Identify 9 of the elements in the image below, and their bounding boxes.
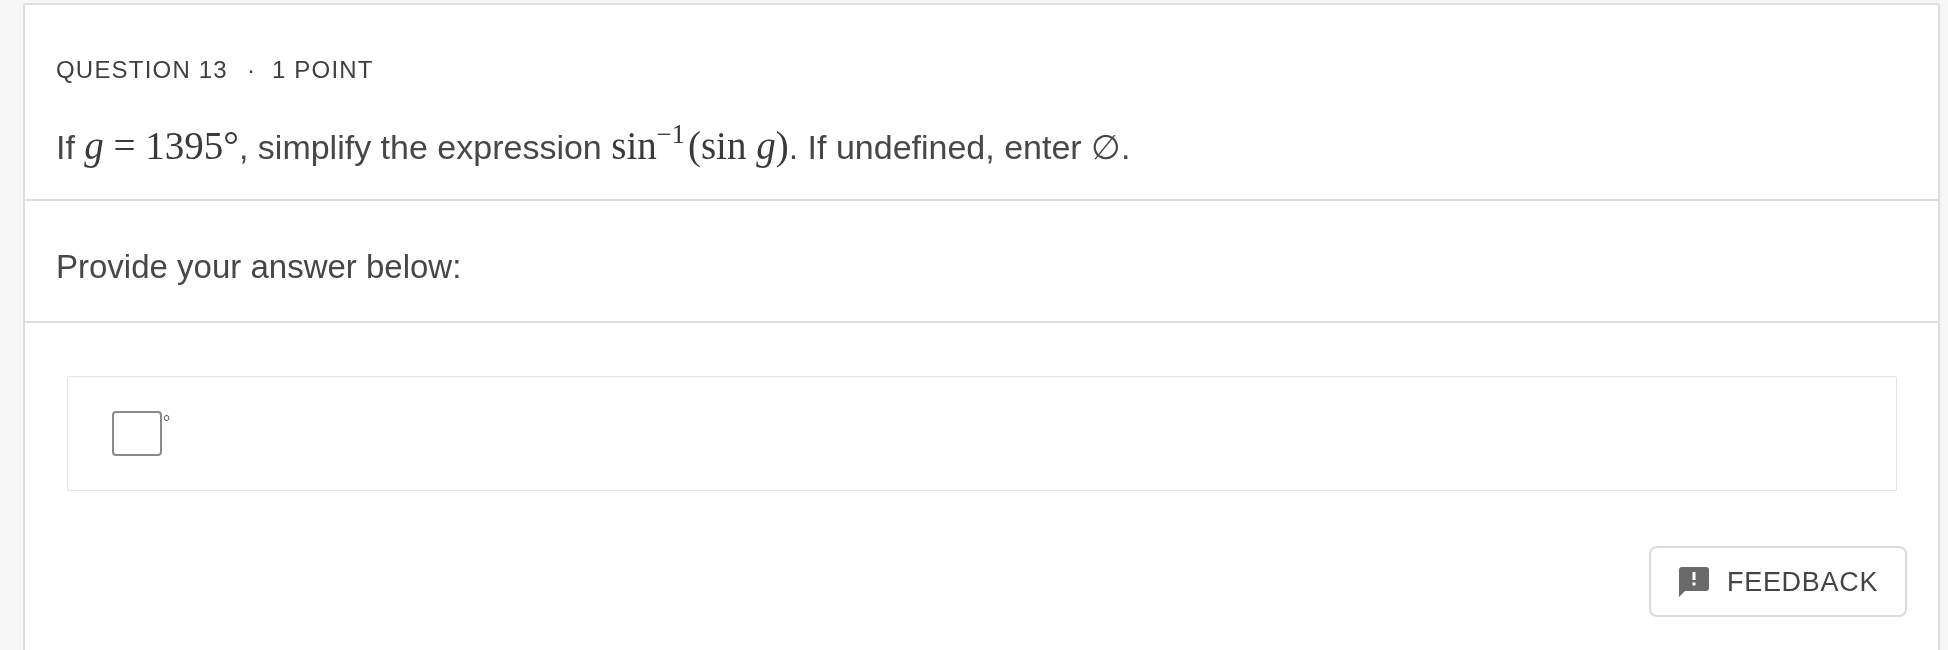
question-number: QUESTION 13 — [56, 55, 228, 85]
answer-box[interactable] — [112, 411, 162, 456]
feedback-button[interactable]: FEEDBACK — [1649, 546, 1907, 617]
question-text: If g = 1395°, simplify the expression sin$^{−1}$(sin g). If undefined, enter ∅. — [56, 125, 1131, 169]
alert-speech-bubble-icon — [1679, 566, 1709, 597]
points-label: 1 POINT — [271, 55, 374, 85]
degree-unit: ° — [163, 415, 171, 429]
answer-instruction: Provide your answer below: — [56, 247, 462, 287]
separator: · — [246, 55, 255, 85]
